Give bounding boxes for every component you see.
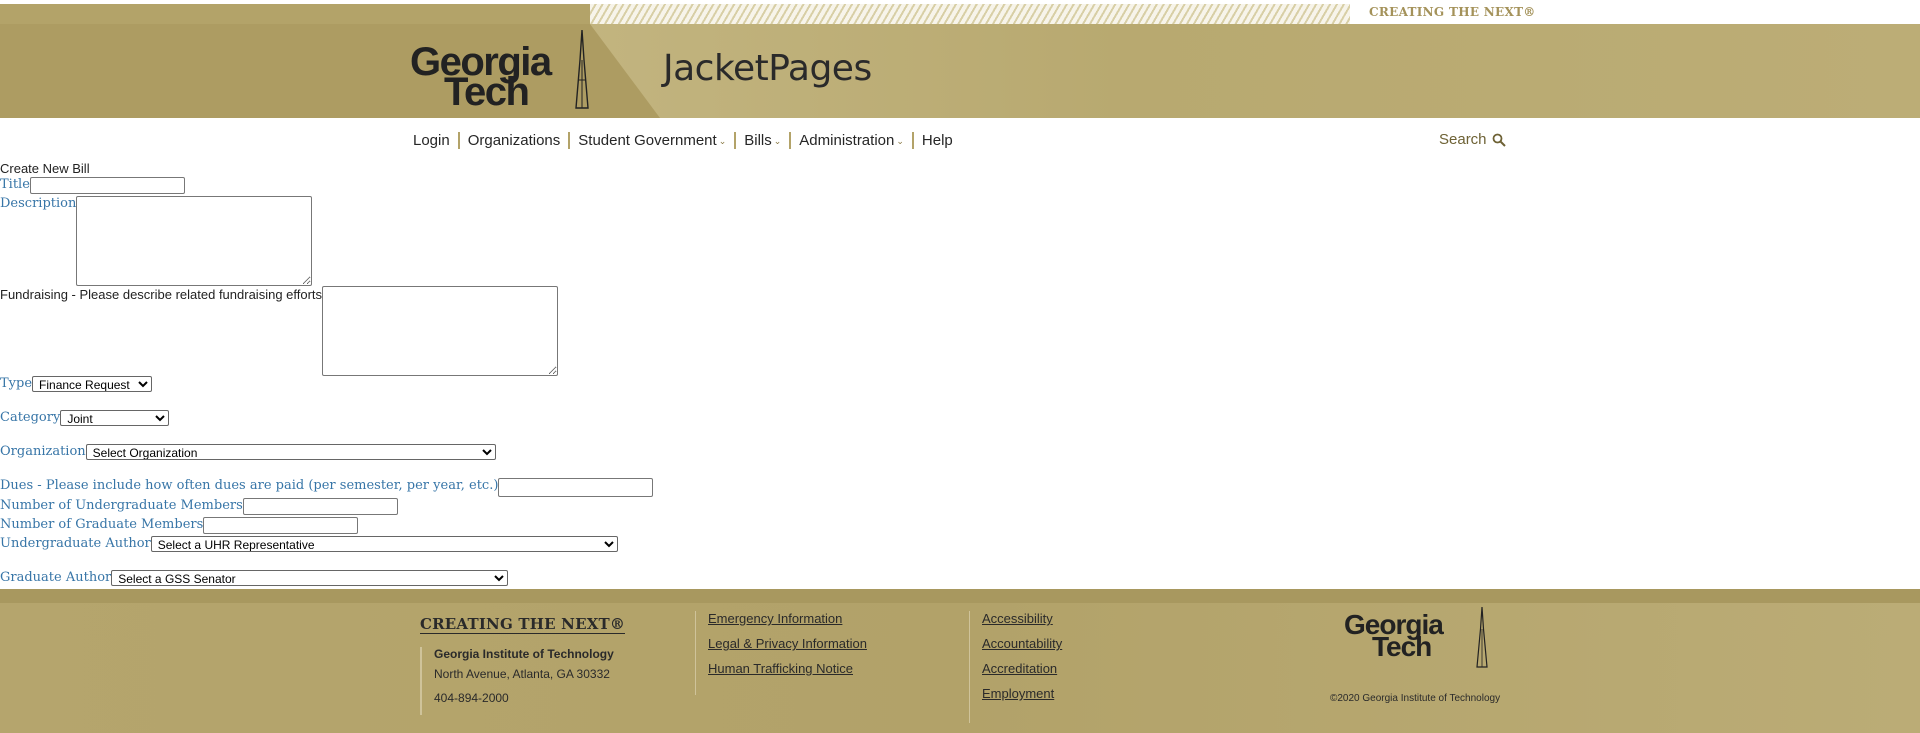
fundraising-row: Fundraising - Please describe related fu… (0, 286, 559, 376)
link-accountability[interactable]: Accountability (982, 636, 1062, 651)
description-textarea[interactable] (76, 196, 313, 286)
organization-select[interactable]: Select Organization (85, 444, 496, 460)
header-tagline: CREATING THE NEXT® (1369, 5, 1536, 19)
footer-top-band (0, 589, 1920, 603)
undergrad-members-label: Number of Undergraduate Members (0, 498, 243, 513)
chevron-down-icon: ⌄ (718, 136, 727, 146)
footer-links-col2: Accessibility Accountability Accreditati… (969, 611, 1062, 723)
undergrad-author-select[interactable]: Select a UHR Representative (150, 536, 618, 552)
footer-tagline: CREATING THE NEXT® (420, 615, 626, 634)
georgia-tech-logo[interactable]: Georgia Tech (410, 30, 600, 114)
nav-label: Administration (799, 131, 895, 149)
organization-label: Organization (0, 444, 86, 459)
nav-item-student-government[interactable]: Student Government ⌄ (568, 131, 734, 149)
chevron-down-icon: ⌄ (773, 136, 782, 146)
category-select[interactable]: Joint (60, 410, 170, 426)
tech-tower-icon (575, 30, 589, 109)
grad-author-label: Graduate Author (0, 570, 112, 585)
link-human-trafficking[interactable]: Human Trafficking Notice (708, 661, 867, 676)
type-row: Type Finance Request (0, 376, 153, 392)
description-label: Description (0, 196, 77, 211)
type-label: Type (0, 376, 33, 391)
app-title[interactable]: JacketPages (663, 48, 872, 89)
form-heading: Create New Bill (0, 161, 90, 176)
striped-band (590, 4, 1360, 24)
form-heading-row: Create New Bill (0, 161, 90, 176)
copyright: ©2020 Georgia Institute of Technology (1330, 693, 1501, 704)
nav-item-login[interactable]: Login (413, 132, 458, 149)
description-row: Description (0, 196, 313, 286)
category-label: Category (0, 410, 61, 425)
undergrad-author-label: Undergraduate Author (0, 536, 151, 551)
top-tagline-bar: CREATING THE NEXT® (0, 0, 1920, 24)
nav-item-help[interactable]: Help (911, 131, 961, 149)
dues-input[interactable] (498, 478, 654, 497)
search-button[interactable]: Search (1439, 131, 1506, 148)
nav-item-administration[interactable]: Administration ⌄ (789, 131, 912, 149)
nav-label: Help (921, 131, 953, 149)
chevron-down-icon: ⌄ (896, 136, 904, 146)
link-accessibility[interactable]: Accessibility (982, 611, 1062, 626)
grad-members-row: Number of Graduate Members (0, 517, 359, 534)
fundraising-textarea[interactable] (322, 286, 559, 376)
phone-number: 404-894-2000 (434, 691, 509, 705)
nav-label: Bills (744, 131, 772, 149)
undergrad-author-row: Undergraduate Author Select a UHR Repres… (0, 536, 618, 552)
category-row: Category Joint (0, 410, 170, 426)
institute-name: Georgia Institute of Technology (434, 647, 614, 661)
street-address: North Avenue, Atlanta, GA 30332 (434, 667, 610, 681)
nav-item-organizations[interactable]: Organizations (457, 131, 569, 149)
nav-label: Student Government (578, 131, 717, 149)
undergrad-members-input[interactable] (242, 498, 398, 515)
footer-logo-line2: Tech (1372, 631, 1432, 662)
organization-row: Organization Select Organization (0, 444, 496, 460)
nav-item-bills[interactable]: Bills ⌄ (734, 131, 789, 149)
nav-label: Login (413, 131, 450, 149)
search-label: Search (1439, 131, 1487, 148)
grad-members-input[interactable] (203, 517, 359, 534)
link-legal-privacy[interactable]: Legal & Privacy Information (708, 636, 867, 651)
nav-label: Organizations (467, 131, 561, 149)
masthead (0, 24, 1920, 118)
footer-links-col1: Emergency Information Legal & Privacy In… (695, 611, 867, 695)
search-icon (1492, 133, 1506, 147)
title-row: Title (0, 177, 185, 194)
title-input[interactable] (29, 177, 185, 194)
dues-label: Dues - Please include how often dues are… (0, 478, 499, 493)
link-employment[interactable]: Employment (982, 686, 1062, 701)
footer: CREATING THE NEXT® Georgia Institute of … (0, 589, 1920, 733)
tech-tower-icon (1476, 607, 1488, 668)
fundraising-label: Fundraising - Please describe related fu… (0, 287, 323, 302)
main-nav: Login Organizations Student Government ⌄… (413, 130, 961, 150)
title-label: Title (0, 177, 30, 192)
undergrad-members-row: Number of Undergraduate Members (0, 498, 398, 515)
footer-address: Georgia Institute of Technology North Av… (420, 647, 614, 715)
type-select[interactable]: Finance Request (32, 376, 153, 392)
footer-georgia-tech-logo[interactable]: Georgia Tech (1344, 607, 1494, 679)
grad-members-label: Number of Graduate Members (0, 517, 204, 532)
grad-author-select[interactable]: Select a GSS Senator (111, 570, 509, 586)
dues-row: Dues - Please include how often dues are… (0, 478, 654, 497)
link-accreditation[interactable]: Accreditation (982, 661, 1062, 676)
grad-author-row: Graduate Author Select a GSS Senator (0, 570, 509, 586)
link-emergency-information[interactable]: Emergency Information (708, 611, 867, 626)
logo-line2: Tech (444, 70, 530, 114)
